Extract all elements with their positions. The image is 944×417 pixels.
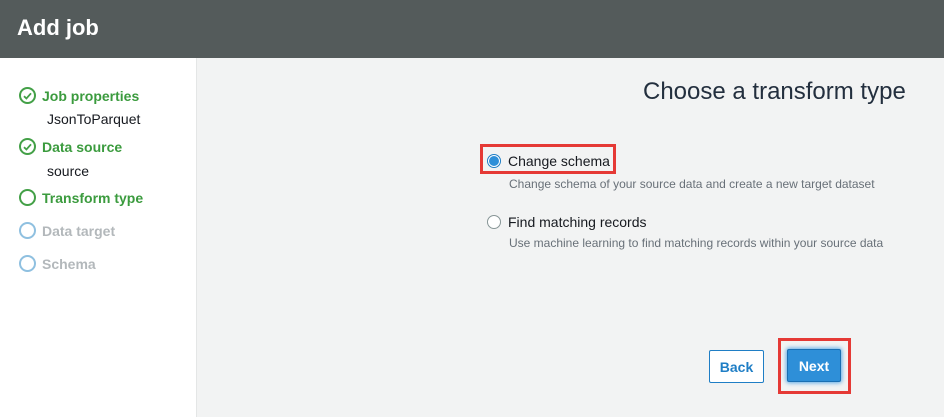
page-title: Add job [17,15,99,40]
option-find-matching-records[interactable]: Find matching records [487,214,647,230]
circle-icon [19,189,36,206]
step-data-target: Data target [19,222,115,239]
step-label: Schema [42,255,96,272]
option-description: Use machine learning to find matching re… [509,236,884,250]
section-title: Choose a transform type [643,78,906,105]
step-label: Data target [42,222,116,239]
step-label: Transform type [42,189,144,206]
step-summary-source: source [47,163,90,179]
option-description: Change schema of your source data and cr… [509,177,875,191]
step-data-source[interactable]: Data source [19,138,122,155]
radio-button[interactable] [487,215,501,229]
circle-icon [19,222,36,239]
back-button[interactable]: Back [709,350,764,383]
check-icon [19,138,36,155]
step-summary-job-name: JsonToParquet [47,111,141,127]
step-schema: Schema [19,255,96,272]
option-label[interactable]: Find matching records [508,214,647,230]
step-label: Job properties [42,87,140,104]
wizard-steps-sidebar: Job properties JsonToParquet Data source… [0,58,197,417]
circle-icon [19,255,36,272]
step-job-properties[interactable]: Job properties [19,87,139,104]
page-header: Add job [0,0,944,58]
next-button[interactable]: Next [787,349,841,382]
step-transform-type[interactable]: Transform type [19,189,143,206]
step-label: Data source [42,138,123,155]
check-icon [19,87,36,104]
highlight-box [480,144,616,174]
